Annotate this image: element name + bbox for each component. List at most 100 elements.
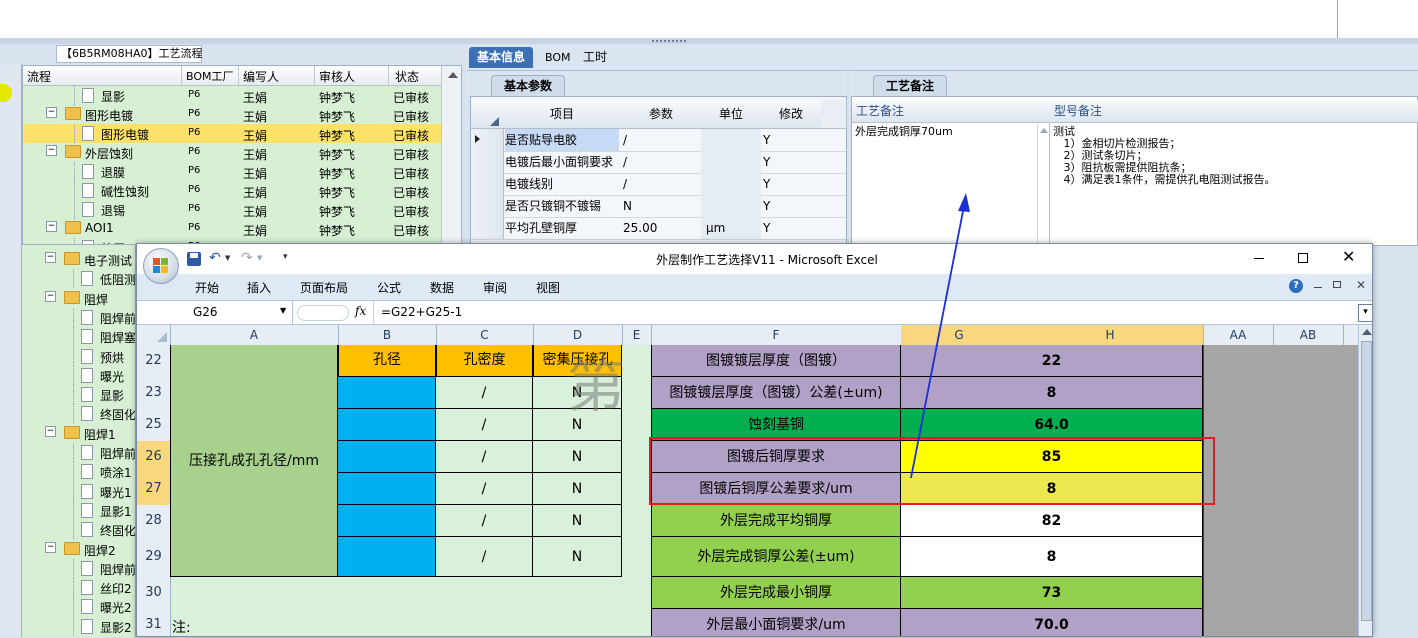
column-header-b[interactable]: B: [338, 325, 437, 345]
grid-row[interactable]: 是否只镀铜不镀锡 N Y: [471, 195, 846, 218]
tree-row[interactable]: 曝光2: [22, 597, 135, 617]
ribbon-minimize-icon[interactable]: [1314, 287, 1322, 288]
expand-formula-bar-icon[interactable]: ▾: [1358, 304, 1372, 322]
dense-press-cell[interactable]: N: [533, 441, 622, 473]
scroll-up-icon[interactable]: [1040, 128, 1048, 133]
tree-row[interactable]: 预烘: [22, 346, 135, 366]
customize-toolbar-icon[interactable]: ▾: [283, 252, 288, 262]
ribbon-tab-formulas[interactable]: 公式: [377, 279, 401, 296]
tree-row[interactable]: − 阻焊2: [22, 540, 135, 559]
hole-diameter-cell[interactable]: [338, 537, 436, 577]
tree-row[interactable]: 阻焊前: [22, 307, 135, 327]
row-header[interactable]: 27: [137, 473, 171, 506]
collapse-icon[interactable]: −: [46, 107, 57, 118]
tab-bom[interactable]: BOM: [537, 47, 579, 68]
hole-density-cell[interactable]: /: [436, 441, 533, 473]
dense-press-cell[interactable]: N: [533, 505, 622, 537]
tree-row[interactable]: 终固化: [22, 404, 135, 424]
undo-icon[interactable]: ↶: [209, 250, 221, 266]
select-all-corner[interactable]: [137, 325, 171, 345]
param-value[interactable]: 70.0: [901, 609, 1203, 636]
formula-input[interactable]: =G22+G25-1: [381, 305, 462, 319]
hole-diameter-cell[interactable]: [338, 409, 436, 441]
param-value[interactable]: 82: [901, 505, 1203, 537]
tree-row[interactable]: 退锡 P6 王娟 钟梦飞 已审核: [23, 200, 441, 219]
param-value[interactable]: 8: [901, 537, 1203, 577]
hole-density-cell[interactable]: /: [436, 473, 533, 505]
model-note-text[interactable]: 测试 1）金相切片检测报告； 2）测试条切片； 3）阻抗板需提供阻抗条； 4）满…: [1053, 126, 1413, 186]
col-header-reviewer[interactable]: 审核人: [319, 68, 355, 85]
tree-row[interactable]: 阻焊塞: [22, 327, 135, 347]
grid-header-item[interactable]: 项目: [503, 100, 622, 129]
column-header-a[interactable]: A: [170, 325, 339, 345]
grid-modify[interactable]: Y: [763, 217, 770, 239]
column-header-e[interactable]: E: [622, 325, 652, 345]
hole-density-cell[interactable]: /: [436, 537, 533, 577]
collapse-icon[interactable]: −: [46, 145, 57, 156]
row-header[interactable]: 30: [137, 577, 171, 610]
collapse-icon[interactable]: −: [46, 221, 57, 232]
grid-header-modify[interactable]: 修改: [761, 100, 822, 129]
scroll-up-icon[interactable]: [1362, 329, 1372, 335]
hole-diameter-cell[interactable]: [338, 505, 436, 537]
dense-press-cell[interactable]: N: [533, 537, 622, 577]
column-header-ab[interactable]: AB: [1273, 325, 1344, 345]
column-header-f[interactable]: F: [651, 325, 902, 345]
hole-diameter-cell[interactable]: [338, 441, 436, 473]
ribbon-tab-data[interactable]: 数据: [430, 279, 454, 296]
ribbon-restore-icon[interactable]: [1333, 281, 1341, 288]
tree-row[interactable]: 退膜 P6 王娟 钟梦飞 已审核: [23, 162, 441, 181]
col-header-factory[interactable]: BOM工厂: [186, 68, 234, 84]
tree-row[interactable]: 显影: [22, 385, 135, 405]
tree-row[interactable]: − 阻焊: [22, 289, 135, 308]
param-value[interactable]: 8: [901, 473, 1203, 505]
param-value[interactable]: 64.0: [901, 409, 1203, 441]
param-value[interactable]: 85: [901, 441, 1203, 473]
param-value[interactable]: 22: [901, 345, 1203, 377]
column-header-c[interactable]: C: [436, 325, 534, 345]
column-header-aa[interactable]: AA: [1203, 325, 1274, 345]
tab-labor-time[interactable]: 工时: [575, 47, 615, 68]
worksheet[interactable]: 22 23 25 26 27 28 29 30 31 孔径 孔密度 密集压接孔 压接孔成孔孔径/mm /…: [137, 345, 1358, 636]
scroll-thumb[interactable]: [1361, 341, 1372, 621]
hole-density-cell[interactable]: /: [436, 409, 533, 441]
grid-header-param[interactable]: 参数: [621, 100, 702, 129]
office-button[interactable]: [143, 248, 179, 284]
tree-row[interactable]: 碱性蚀刻 P6 王娟 钟梦飞 已审核: [23, 181, 441, 200]
name-box-dropdown-icon[interactable]: ▼: [280, 306, 286, 315]
splitter-bar[interactable]: [0, 38, 1418, 44]
tree-row[interactable]: 终固化: [22, 520, 135, 540]
grid-row[interactable]: 是否贴导电胶 / Y: [471, 129, 846, 152]
ribbon-tab-view[interactable]: 视图: [536, 279, 560, 296]
dense-press-cell[interactable]: N: [533, 473, 622, 505]
redo-dropdown-icon[interactable]: ▼: [257, 254, 262, 262]
tree-row[interactable]: 显影 P6 王娟 钟梦飞 已审核: [23, 86, 441, 105]
grid-modify[interactable]: Y: [763, 195, 770, 217]
ribbon-tab-home[interactable]: 开始: [195, 279, 219, 296]
grid-modify[interactable]: Y: [763, 129, 770, 151]
tab-basic-params[interactable]: 基本参数: [491, 75, 566, 96]
grid-modify[interactable]: Y: [763, 151, 770, 173]
minimize-icon[interactable]: [1254, 258, 1264, 259]
vertical-scrollbar[interactable]: [1358, 325, 1372, 636]
collapse-icon[interactable]: −: [45, 290, 56, 302]
redo-icon[interactable]: ↷: [241, 250, 253, 266]
tree-row[interactable]: 阻焊前: [22, 558, 135, 578]
tree-row[interactable]: 显影2: [22, 616, 135, 636]
grid-param[interactable]: /: [623, 129, 627, 151]
ribbon-tab-page-layout[interactable]: 页面布局: [300, 279, 348, 296]
grid-header-unit[interactable]: 单位: [701, 100, 762, 129]
tree-row[interactable]: 曝光1: [22, 481, 135, 501]
row-header[interactable]: 29: [137, 537, 171, 578]
row-header[interactable]: 28: [137, 505, 171, 538]
name-box[interactable]: G26 ▼: [137, 301, 293, 324]
tab-basic-info[interactable]: 基本信息: [469, 47, 534, 68]
maximize-icon[interactable]: [1298, 253, 1308, 263]
column-header-h[interactable]: H: [1017, 325, 1204, 345]
tree-row[interactable]: − 电子测试: [22, 250, 135, 269]
param-value[interactable]: 8: [901, 377, 1203, 409]
col-header-author[interactable]: 编写人: [243, 68, 279, 85]
tree-row[interactable]: − 外层蚀刻 P6 王娟 钟梦飞 已审核: [23, 143, 441, 162]
formula-bar-resize-handle[interactable]: [297, 305, 349, 321]
column-header-d[interactable]: D: [533, 325, 623, 345]
